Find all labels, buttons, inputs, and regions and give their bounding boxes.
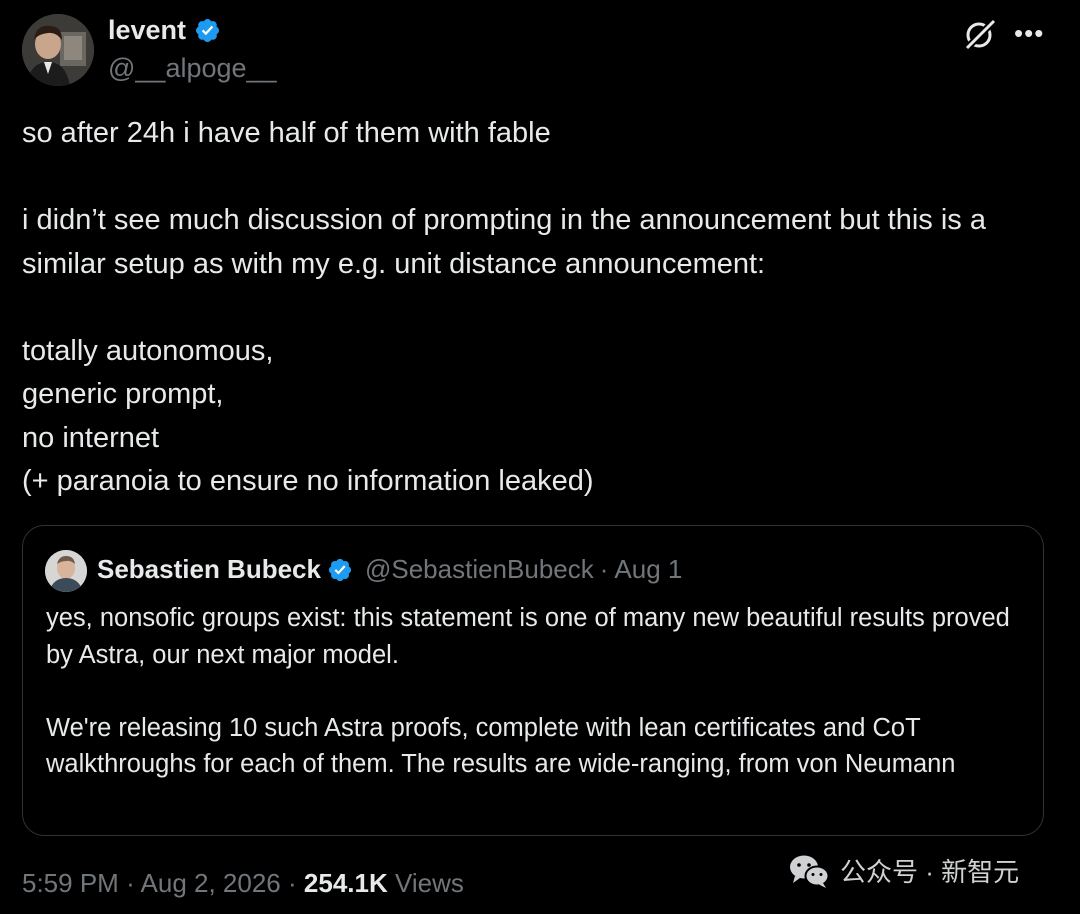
tweet-paragraph: so after 24h i have half of them with fa… xyxy=(22,117,551,149)
grok-icon[interactable] xyxy=(963,17,997,51)
watermark-text: 公众号 · 新智元 xyxy=(840,857,1020,887)
watermark: 公众号 · 新智元 xyxy=(788,852,1019,889)
tweet-time[interactable]: 5:59 PM xyxy=(22,868,119,898)
tweet-body: so after 24h i have half of them with fa… xyxy=(22,112,1052,504)
author-handle[interactable]: @__alpoge__ xyxy=(108,53,277,84)
quote-text: yes, nonsofic groups exist: this stateme… xyxy=(46,600,1031,783)
quoted-tweet[interactable]: Sebastien Bubeck @SebastienBubeck · Aug … xyxy=(22,525,1044,836)
tweet-line: no internet xyxy=(22,421,160,454)
more-icon[interactable]: ••• xyxy=(1014,18,1044,49)
views-count: 254.1K xyxy=(303,868,388,898)
quote-author-name[interactable]: Sebastien Bubeck xyxy=(97,554,321,585)
tweet-meta: 5:59 PM · Aug 2, 2026 · 254.1K Views xyxy=(22,868,464,899)
quote-paragraph: We're releasing 10 such Astra proofs, co… xyxy=(46,713,956,779)
quote-paragraph: yes, nonsofic groups exist: this stateme… xyxy=(46,604,1010,669)
avatar[interactable] xyxy=(22,14,94,86)
quote-avatar[interactable] xyxy=(45,550,87,592)
wechat-icon xyxy=(790,855,830,888)
quote-date[interactable]: Aug 1 xyxy=(614,554,682,585)
author-row: levent xyxy=(108,15,221,46)
tweet-paragraph: i didn’t see much discussion of promptin… xyxy=(22,204,986,280)
tweet-line: (+ paranoia to ensure no information lea… xyxy=(22,465,594,497)
separator-dot: · xyxy=(599,554,609,584)
views-label: Views xyxy=(394,868,464,898)
tweet-line: generic prompt, xyxy=(22,378,224,410)
separator-dot: · xyxy=(126,868,135,898)
tweet-line: totally autonomous, xyxy=(22,334,274,367)
tweet-date[interactable]: Aug 2, 2026 xyxy=(141,868,281,898)
author-name[interactable]: levent xyxy=(108,15,186,46)
verified-badge-icon xyxy=(196,18,220,43)
separator-dot: · xyxy=(288,868,297,898)
quote-author-handle[interactable]: @SebastienBubeck xyxy=(365,554,594,585)
quote-header: Sebastien Bubeck @SebastienBubeck · Aug … xyxy=(97,554,682,585)
verified-badge-icon xyxy=(328,558,352,581)
